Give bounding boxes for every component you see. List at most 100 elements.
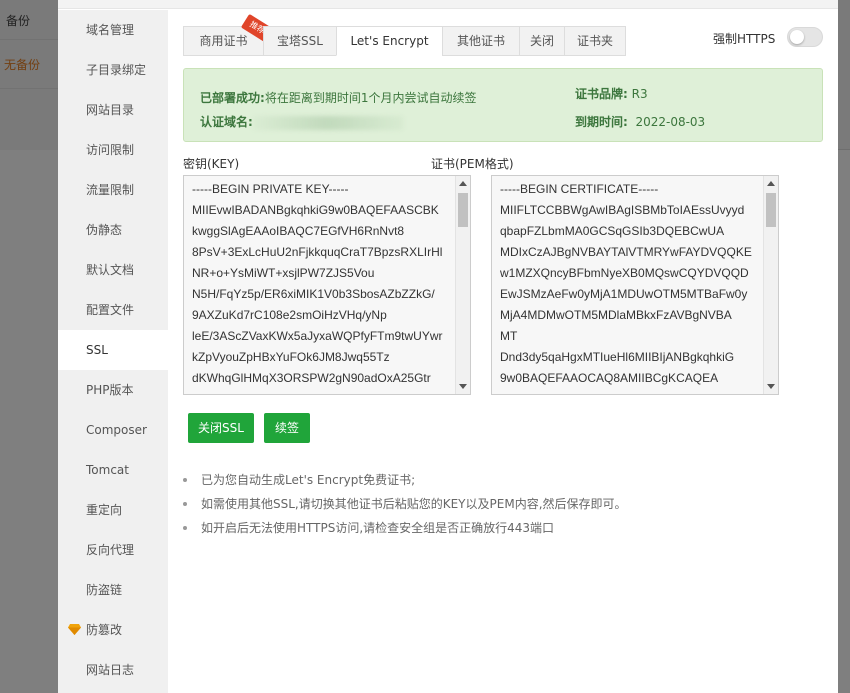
- help-note: 已为您自动生成Let's Encrypt免费证书;: [183, 470, 627, 494]
- sidebar-item-label: 子目录绑定: [86, 63, 147, 77]
- cert-line: MjA4MDMwOTM5MDlaMBkxFzAVBgNVBA: [500, 308, 732, 322]
- sidebar-item-label: 伪静态: [86, 223, 123, 237]
- settings-sidebar: 域名管理 子目录绑定 网站目录 访问限制 流量限制 伪静态 默认文档 配置文件 …: [58, 10, 168, 693]
- sidebar-item-rewrite[interactable]: 伪静态: [58, 210, 168, 250]
- cert-line: MIIFLTCCBBWgAwIBAgISBMbToIAEssUvyyd: [500, 203, 745, 217]
- dialog-title-bar: [58, 0, 838, 9]
- renew-button[interactable]: 续签: [264, 413, 310, 443]
- force-https-toggle[interactable]: [787, 27, 823, 47]
- private-key-textarea[interactable]: -----BEGIN PRIVATE KEY----- MIIEvwIBADAN…: [183, 175, 471, 395]
- help-note-text: 如需使用其他SSL,请切换其他证书后粘贴您的KEY以及PEM内容,然后保存即可。: [201, 497, 627, 511]
- site-settings-dialog: 域名管理 子目录绑定 网站目录 访问限制 流量限制 伪静态 默认文档 配置文件 …: [58, 0, 838, 693]
- key-line: MIIEvwIBADANBgkqhkiG9w0BAQEFAASCBK: [192, 203, 439, 217]
- sidebar-item-label: 防盗链: [86, 583, 123, 597]
- deploy-status: 已部署成功:将在距离到期时间1个月内尝试自动续签: [200, 89, 476, 106]
- sidebar-item-access-limit[interactable]: 访问限制: [58, 130, 168, 170]
- sidebar-item-site-log[interactable]: 网站日志: [58, 650, 168, 690]
- sidebar-item-label: 配置文件: [86, 303, 135, 317]
- sidebar-item-label: SSL: [86, 343, 108, 357]
- key-line: NR+o+YsMiWT+xsjlPW7ZJS5Vou: [192, 266, 375, 280]
- sidebar-item-label: 防篡改: [86, 623, 123, 637]
- key-line: N5H/FqYz5p/ER6xiMIK1V0b3SbosAZbZZkG/: [192, 287, 435, 301]
- sidebar-item-config-file[interactable]: 配置文件: [58, 290, 168, 330]
- cert-line: w1MZXQncyBFbmNyeXB0MQswCQYDVQQD: [500, 266, 749, 280]
- cert-brand-value: R3: [631, 87, 648, 101]
- scroll-down-arrow-icon[interactable]: [459, 384, 467, 389]
- sidebar-item-label: 流量限制: [86, 183, 135, 197]
- sidebar-item-site-directory[interactable]: 网站目录: [58, 90, 168, 130]
- cert-line: Dnd3dy5qaHgxMTIueHl6MIIBIjANBgkqhkiG: [500, 350, 735, 364]
- redacted-domain: [252, 115, 403, 130]
- sidebar-item-redirect[interactable]: 重定向: [58, 490, 168, 530]
- auth-domain-label: 认证域名:: [200, 115, 253, 129]
- scroll-thumb[interactable]: [766, 193, 776, 227]
- sidebar-item-label: Tomcat: [86, 463, 129, 477]
- auth-domain: 认证域名:: [200, 113, 403, 130]
- tab-cert-folder[interactable]: 证书夹: [564, 26, 626, 56]
- scroll-up-arrow-icon[interactable]: [767, 181, 775, 186]
- sidebar-item-domain[interactable]: 域名管理: [58, 10, 168, 50]
- sidebar-item-label: 网站日志: [86, 663, 135, 677]
- tab-label: 证书夹: [576, 34, 613, 48]
- sidebar-item-hotlink[interactable]: 防盗链: [58, 570, 168, 610]
- ssl-tabs: 商用证书 推荐 宝塔SSL Let's Encrypt 其他证书 关闭 证书夹: [183, 13, 626, 56]
- sidebar-item-label: Composer: [86, 423, 147, 437]
- scroll-down-arrow-icon[interactable]: [767, 384, 775, 389]
- tab-lets-encrypt[interactable]: Let's Encrypt: [336, 26, 442, 56]
- sidebar-item-label: 域名管理: [86, 23, 135, 37]
- sidebar-item-tamper-proof[interactable]: 防篡改: [58, 610, 168, 650]
- sidebar-item-reverse-proxy[interactable]: 反向代理: [58, 530, 168, 570]
- key-line: 9AXZuKd7rC108e2smOiHzVHq/yNp: [192, 308, 387, 322]
- help-note: 如需使用其他SSL,请切换其他证书后粘贴您的KEY以及PEM内容,然后保存即可。: [183, 494, 627, 518]
- tab-label: 商用证书: [199, 34, 248, 48]
- tab-commercial-cert[interactable]: 商用证书 推荐: [183, 13, 274, 56]
- sidebar-item-label: 访问限制: [86, 143, 135, 157]
- close-ssl-button[interactable]: 关闭SSL: [188, 413, 254, 443]
- cert-brand-label: 证书品牌:: [575, 87, 628, 101]
- sidebar-item-php-version[interactable]: PHP版本: [58, 370, 168, 410]
- cert-field-label: 证书(PEM格式): [431, 157, 514, 171]
- help-notes: 已为您自动生成Let's Encrypt免费证书; 如需使用其他SSL,请切换其…: [183, 470, 627, 542]
- key-scrollbar[interactable]: [455, 176, 470, 394]
- cert-line: EwJSMzAeFw0yMjA1MDUwOTM5MTBaFw0y: [500, 287, 748, 301]
- cert-line: MT: [500, 329, 518, 343]
- tab-bt-ssl[interactable]: 宝塔SSL: [263, 26, 336, 56]
- sidebar-item-label: PHP版本: [86, 383, 134, 397]
- sidebar-item-ssl[interactable]: SSL: [58, 330, 168, 370]
- help-note-text: 如开启后无法使用HTTPS访问,请检查安全组是否正确放行443端口: [201, 521, 555, 535]
- bullet-dot: [183, 502, 187, 506]
- sidebar-item-label: 默认文档: [86, 263, 135, 277]
- cert-scrollbar[interactable]: [763, 176, 778, 394]
- deploy-status-text: 将在距离到期时间1个月内尝试自动续签: [264, 91, 477, 105]
- tab-close[interactable]: 关闭: [519, 26, 564, 56]
- cert-brand: 证书品牌: R3: [575, 85, 648, 102]
- sidebar-item-subdirectory[interactable]: 子目录绑定: [58, 50, 168, 90]
- toggle-knob: [790, 30, 804, 44]
- bullet-dot: [183, 478, 187, 482]
- scroll-thumb[interactable]: [458, 193, 468, 227]
- sidebar-item-label: 网站目录: [86, 103, 135, 117]
- key-line: dKWhqGlHMqX3ORSPW2gN90adOxA25Gtr: [192, 371, 431, 385]
- key-line: kZpVyouZpHBxYuFOk6JM8Jwq55Tz: [192, 350, 390, 364]
- cert-line: -----BEGIN CERTIFICATE-----: [500, 182, 659, 196]
- ssl-panel: 商用证书 推荐 宝塔SSL Let's Encrypt 其他证书 关闭 证书夹 …: [183, 10, 828, 693]
- tab-other-cert[interactable]: 其他证书: [442, 26, 519, 56]
- scroll-up-arrow-icon[interactable]: [459, 181, 467, 186]
- sidebar-item-composer[interactable]: Composer: [58, 410, 168, 450]
- sidebar-item-traffic-limit[interactable]: 流量限制: [58, 170, 168, 210]
- sidebar-item-default-doc[interactable]: 默认文档: [58, 250, 168, 290]
- cert-line: 9w0BAQEFAAOCAQ8AMIIBCgKCAQEA: [500, 371, 719, 385]
- key-field-label: 密钥(KEY): [183, 157, 240, 171]
- ssl-status-box: 已部署成功:将在距离到期时间1个月内尝试自动续签 认证域名: 证书品牌: R3 …: [183, 68, 823, 142]
- force-https-label: 强制HTTPS: [713, 32, 776, 46]
- cert-line: MDIxCzAJBgNVBAYTAlVTMRYwFAYDVQQKE: [500, 245, 752, 259]
- key-line: 8PsV+3ExLcHuU2nFjkkquqCraT7BpzsRXLIrHl: [192, 245, 443, 259]
- key-line: kwggSlAgEAAoIBAQC7EGfVH6RnNvt8: [192, 224, 405, 238]
- cert-expiry: 到期时间: 2022-08-03: [575, 113, 705, 130]
- bullet-dot: [183, 526, 187, 530]
- sidebar-item-tomcat[interactable]: Tomcat: [58, 450, 168, 490]
- certificate-textarea[interactable]: -----BEGIN CERTIFICATE----- MIIFLTCCBBWg…: [491, 175, 779, 395]
- key-line: -----BEGIN PRIVATE KEY-----: [192, 182, 349, 196]
- help-note: 如开启后无法使用HTTPS访问,请检查安全组是否正确放行443端口: [183, 518, 627, 542]
- tab-label: 关闭: [529, 34, 554, 48]
